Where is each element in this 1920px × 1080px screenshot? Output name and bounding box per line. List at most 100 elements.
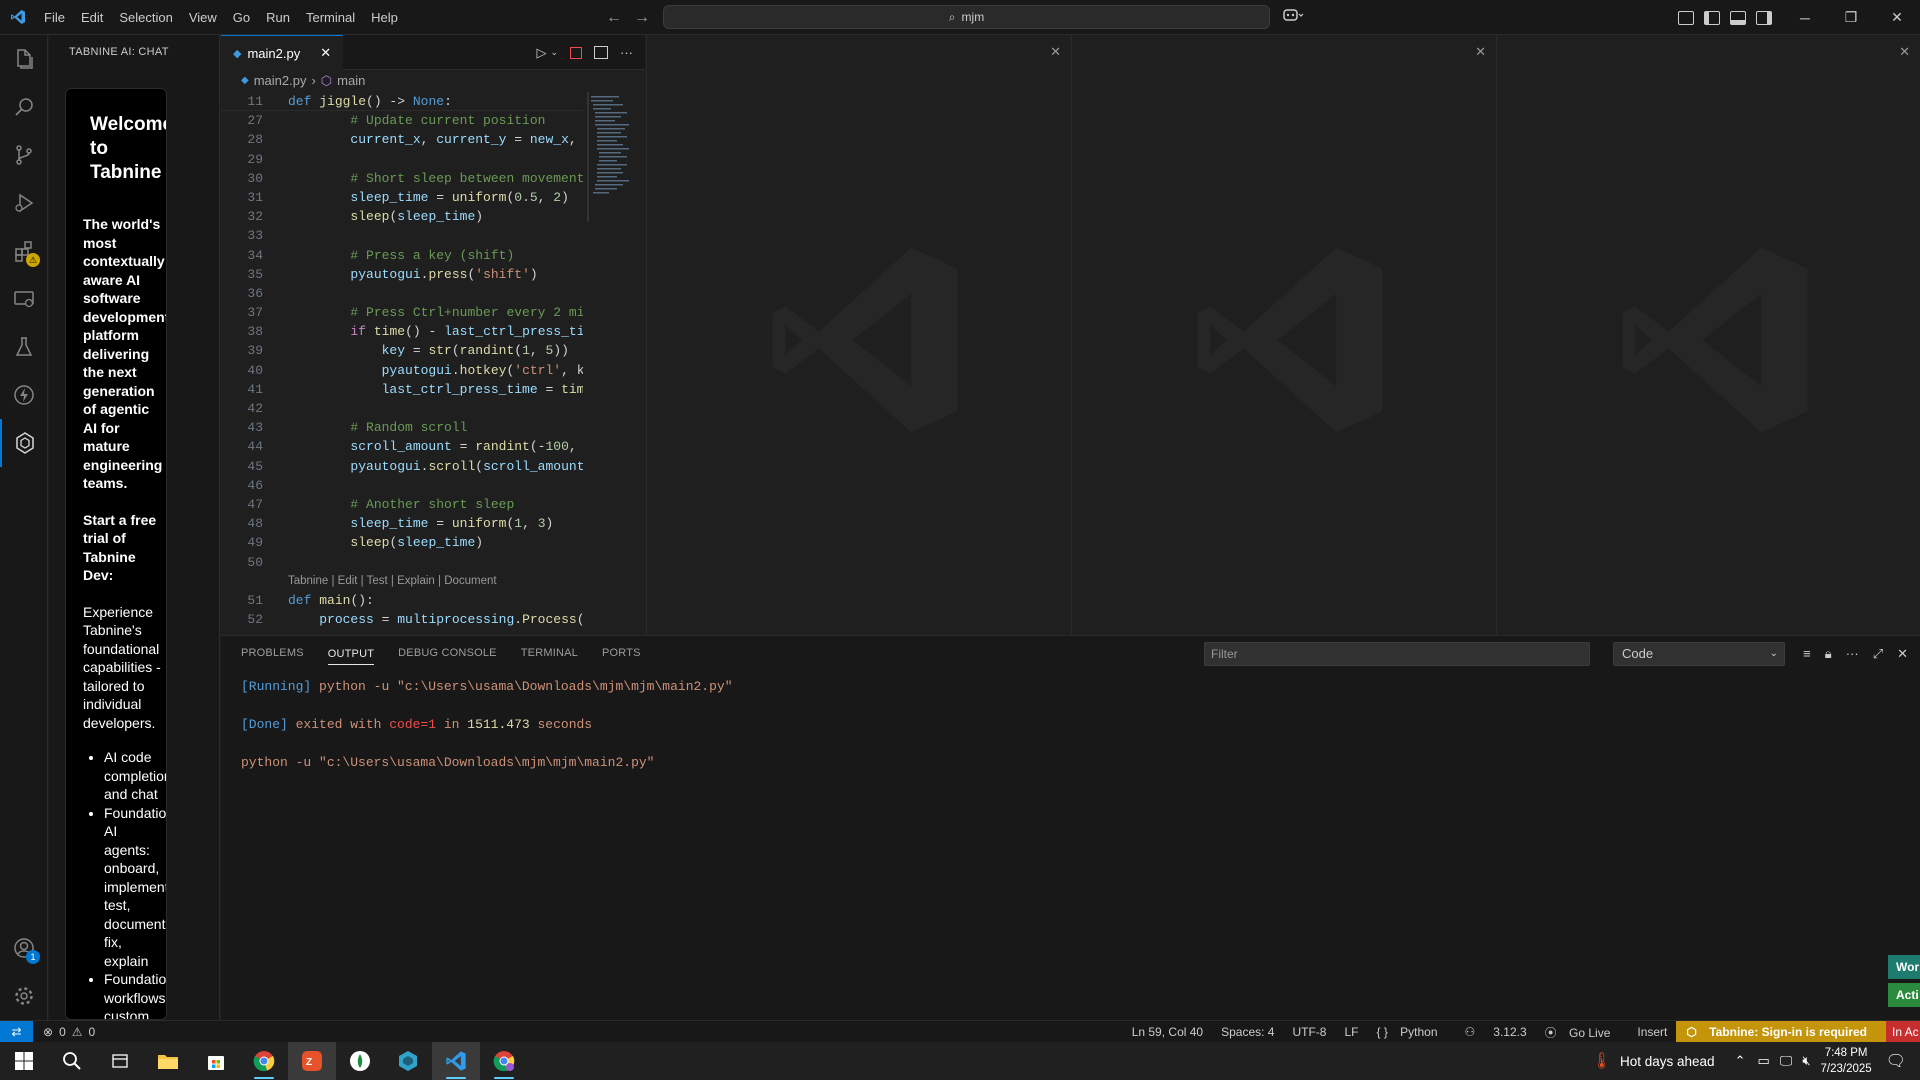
problems-summary[interactable]: ⊗ 0 ⚠ 0 [33,1025,95,1039]
clear-output-icon[interactable]: ≡ [1803,646,1811,661]
minimap[interactable] [587,92,637,222]
tab-main2-py[interactable]: ◆ main2.py ✕ [221,35,343,70]
toggle-primary-sidebar-icon[interactable] [1704,10,1720,25]
copilot-icon[interactable] [1283,8,1305,25]
run-dropdown-chevron-icon[interactable]: ⌄ [550,47,558,58]
file-explorer-icon[interactable] [144,1042,192,1080]
python-version[interactable]: 3.12.3 [1484,1025,1535,1039]
extensions-warning-badge: ⚠ [26,253,40,267]
code-line: 36 [221,284,583,303]
start-button-icon[interactable] [0,1042,48,1080]
code-line: 51 def main(): [221,591,583,610]
code-editor[interactable]: 11 def jiggle() -> None: 27 # Update curr… [221,92,583,635]
run-debug-icon[interactable] [0,179,48,227]
activity-bar: ⚠ 1 [0,35,48,1020]
tabnine-status-button[interactable]: ⬡ Tabnine: Sign-in is required [1676,1021,1886,1043]
close-window-icon[interactable]: ✕ [1874,0,1920,35]
tab-ports[interactable]: PORTS [602,636,641,671]
chrome-icon[interactable] [240,1042,288,1080]
more-actions-icon[interactable]: ··· [620,45,633,60]
menu-view[interactable]: View [181,0,225,35]
forward-arrow-icon[interactable]: → [634,9,650,27]
explorer-icon[interactable] [0,35,48,83]
close-panel-icon[interactable]: ✕ [1897,646,1908,662]
menu-file[interactable]: File [36,0,73,35]
close-group-icon[interactable]: ✕ [1899,44,1910,60]
side-notification[interactable]: Wor [1888,955,1920,979]
volume-muted-icon[interactable]: 🔇︎ [1802,1053,1810,1069]
language-mode[interactable]: { } Python [1367,1025,1455,1039]
source-control-icon[interactable] [0,131,48,179]
settings-gear-icon[interactable] [0,972,48,1020]
minimize-icon[interactable]: ─ [1782,0,1828,35]
zoom-app-icon[interactable]: Z [288,1042,336,1080]
battery-icon[interactable]: ▭ [1757,1053,1769,1069]
split-editor-icon[interactable] [594,46,608,59]
clock[interactable]: 7:48 PM 7/23/2025 [1821,1045,1872,1077]
output-content: [Running] python -u "c:\Users\usama\Down… [221,671,1920,772]
vscode-watermark-icon [772,247,958,433]
run-python-icon[interactable]: ▷ [536,45,546,61]
tab-output[interactable]: OUTPUT [327,643,375,665]
show-hidden-icons-chevron-icon[interactable]: ⌃ [1735,1053,1746,1069]
toggle-secondary-sidebar-icon[interactable] [1756,10,1772,25]
tab-terminal[interactable]: TERMINAL [521,636,578,671]
chrome-profile-icon[interactable] [480,1042,528,1080]
extensions-icon[interactable]: ⚠ [0,227,48,275]
side-notification[interactable]: Acti [1888,983,1920,1007]
close-group-icon[interactable]: ✕ [1050,44,1061,60]
command-center-search[interactable]: ⌕ mjm [663,5,1270,29]
code-line: 45 pyautogui.scroll(scroll_amount [221,457,583,476]
encoding[interactable]: UTF-8 [1283,1025,1335,1039]
network-icon[interactable]: 🖵︎ [1780,1053,1793,1069]
toggle-panel-icon[interactable] [1730,10,1746,25]
microsoft-store-icon[interactable] [192,1042,240,1080]
menu-help[interactable]: Help [363,0,406,35]
remote-explorer-icon[interactable] [0,275,48,323]
inactive-notice[interactable]: In Ac [1886,1021,1920,1043]
tabnine-codelens[interactable]: Tabnine | Edit | Test | Explain | Docume… [221,572,583,591]
breadcrumb-file[interactable]: main2.py [254,70,307,92]
menu-selection[interactable]: Selection [111,0,180,35]
remote-indicator-icon[interactable]: ⇄ [0,1020,33,1043]
filter-input[interactable]: Filter [1204,642,1590,666]
customize-layout-icon[interactable] [1678,10,1694,25]
search-sidebar-icon[interactable] [0,83,48,131]
testing-icon[interactable] [0,323,48,371]
close-tab-icon[interactable]: ✕ [320,45,331,61]
lightning-icon[interactable] [0,371,48,419]
output-channel-select[interactable]: Code ⌄ [1613,642,1785,666]
tab-debug-console[interactable]: DEBUG CONSOLE [398,636,497,671]
insert-mode[interactable]: Insert [1628,1025,1676,1039]
menu-edit[interactable]: Edit [73,0,111,35]
breadcrumb-symbol[interactable]: main [337,70,365,92]
app-hexagon-icon[interactable] [384,1042,432,1080]
editor-scrollbar[interactable] [637,92,645,635]
copilot-status-icon[interactable]: ⚇ [1456,1025,1485,1039]
stop-icon[interactable] [570,46,582,59]
more-actions-icon[interactable]: ··· [1846,646,1859,661]
go-live-button[interactable]: ⦿ Go Live [1536,1024,1629,1041]
tab-problems[interactable]: PROBLEMS [241,636,304,671]
taskbar-search-icon[interactable] [48,1042,96,1080]
vscode-taskbar-icon[interactable] [432,1042,480,1080]
menu-run[interactable]: Run [258,0,298,35]
end-of-line[interactable]: LF [1335,1025,1367,1039]
accounts-icon[interactable]: 1 [0,924,48,972]
cursor-position[interactable]: Ln 59, Col 40 [1123,1025,1212,1039]
maximize-panel-icon[interactable]: ⤢ [1873,646,1883,662]
menu-go[interactable]: Go [225,0,258,35]
back-arrow-icon[interactable]: ← [606,9,622,27]
weather-widget[interactable]: 🌡︎ Hot days ahead [1592,1051,1715,1071]
menu-terminal[interactable]: Terminal [298,0,363,35]
notifications-icon[interactable]: 🗨︎ [1886,1051,1906,1071]
code-line: 48 sleep_time = uniform(1, 3) [221,514,583,533]
svg-text:Z: Z [306,1057,312,1068]
tabnine-icon[interactable] [0,419,48,467]
restore-icon[interactable]: ❐ [1828,0,1874,35]
indentation[interactable]: Spaces: 4 [1212,1025,1283,1039]
close-group-icon[interactable]: ✕ [1475,44,1486,60]
app-teardrop-icon[interactable] [336,1042,384,1080]
task-view-icon[interactable] [96,1042,144,1080]
lock-scroll-icon[interactable]: 🔒︎ [1825,646,1832,662]
